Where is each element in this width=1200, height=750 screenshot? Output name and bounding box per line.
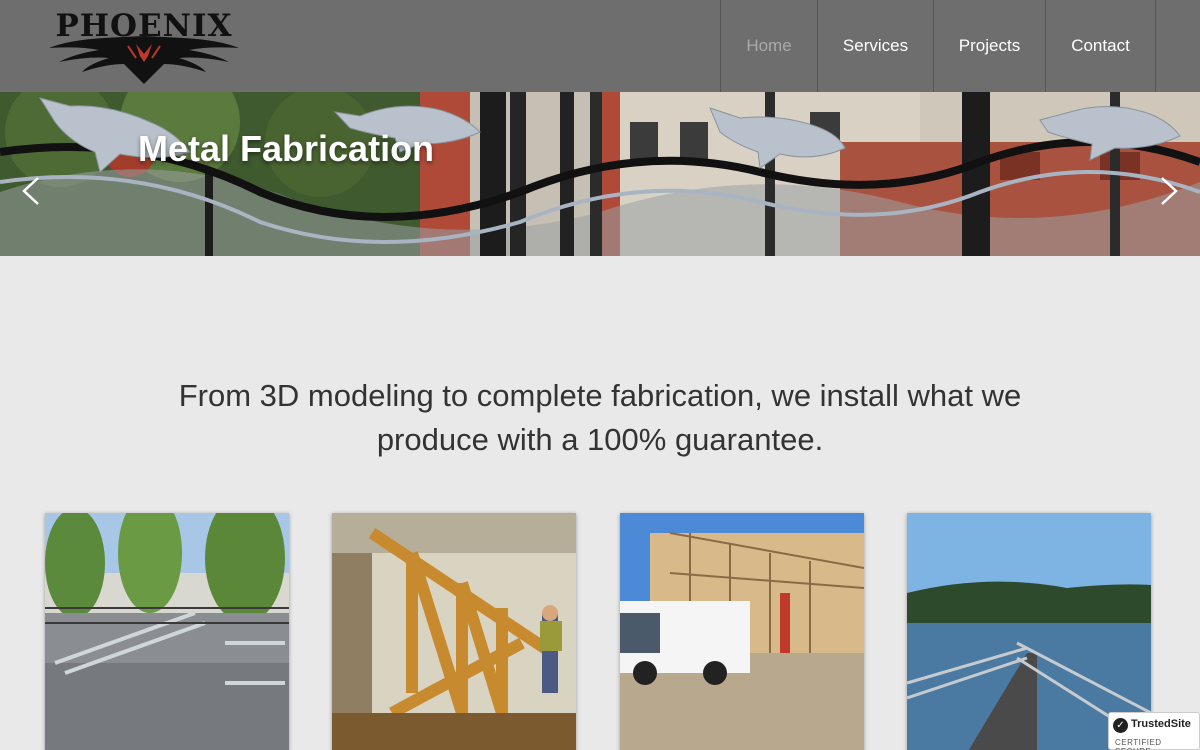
checkmark-icon: ✓	[1113, 718, 1128, 733]
tagline: From 3D modeling to complete fabrication…	[178, 378, 1022, 457]
phoenix-logo[interactable]: PHOENIX	[44, 10, 244, 86]
nav-item-projects[interactable]: Projects	[934, 0, 1046, 92]
ramp-frames-image	[45, 513, 289, 750]
hero-slider: Metal Fabrication	[0, 92, 1200, 256]
badge-subtitle: CERTIFIED SECURE	[1115, 738, 1162, 750]
badge-title: TrustedSite	[1131, 718, 1191, 730]
gallery-card-trusses[interactable]	[332, 513, 576, 750]
nav-item-services[interactable]: Services	[818, 0, 934, 92]
gallery-card-construction[interactable]	[620, 513, 864, 750]
site-header: PHOENIX Home Services Projects Contact	[0, 0, 1200, 92]
main-nav: Home Services Projects Contact	[720, 0, 1156, 92]
truss-workshop-image	[332, 513, 576, 750]
nav-item-contact[interactable]: Contact	[1046, 0, 1156, 92]
trusted-site-badge[interactable]: ✓ TrustedSite CERTIFIED SECURE	[1108, 712, 1200, 750]
chevron-right-icon[interactable]	[1158, 176, 1180, 206]
chevron-left-icon[interactable]	[20, 176, 42, 206]
hero-title: Metal Fabrication	[138, 128, 435, 169]
hero-fence-image	[0, 92, 1200, 256]
gallery-card-ramps[interactable]	[45, 513, 289, 750]
nav-item-home[interactable]: Home	[721, 0, 818, 92]
construction-truck-image	[620, 513, 864, 750]
phoenix-wings-icon	[49, 36, 239, 84]
